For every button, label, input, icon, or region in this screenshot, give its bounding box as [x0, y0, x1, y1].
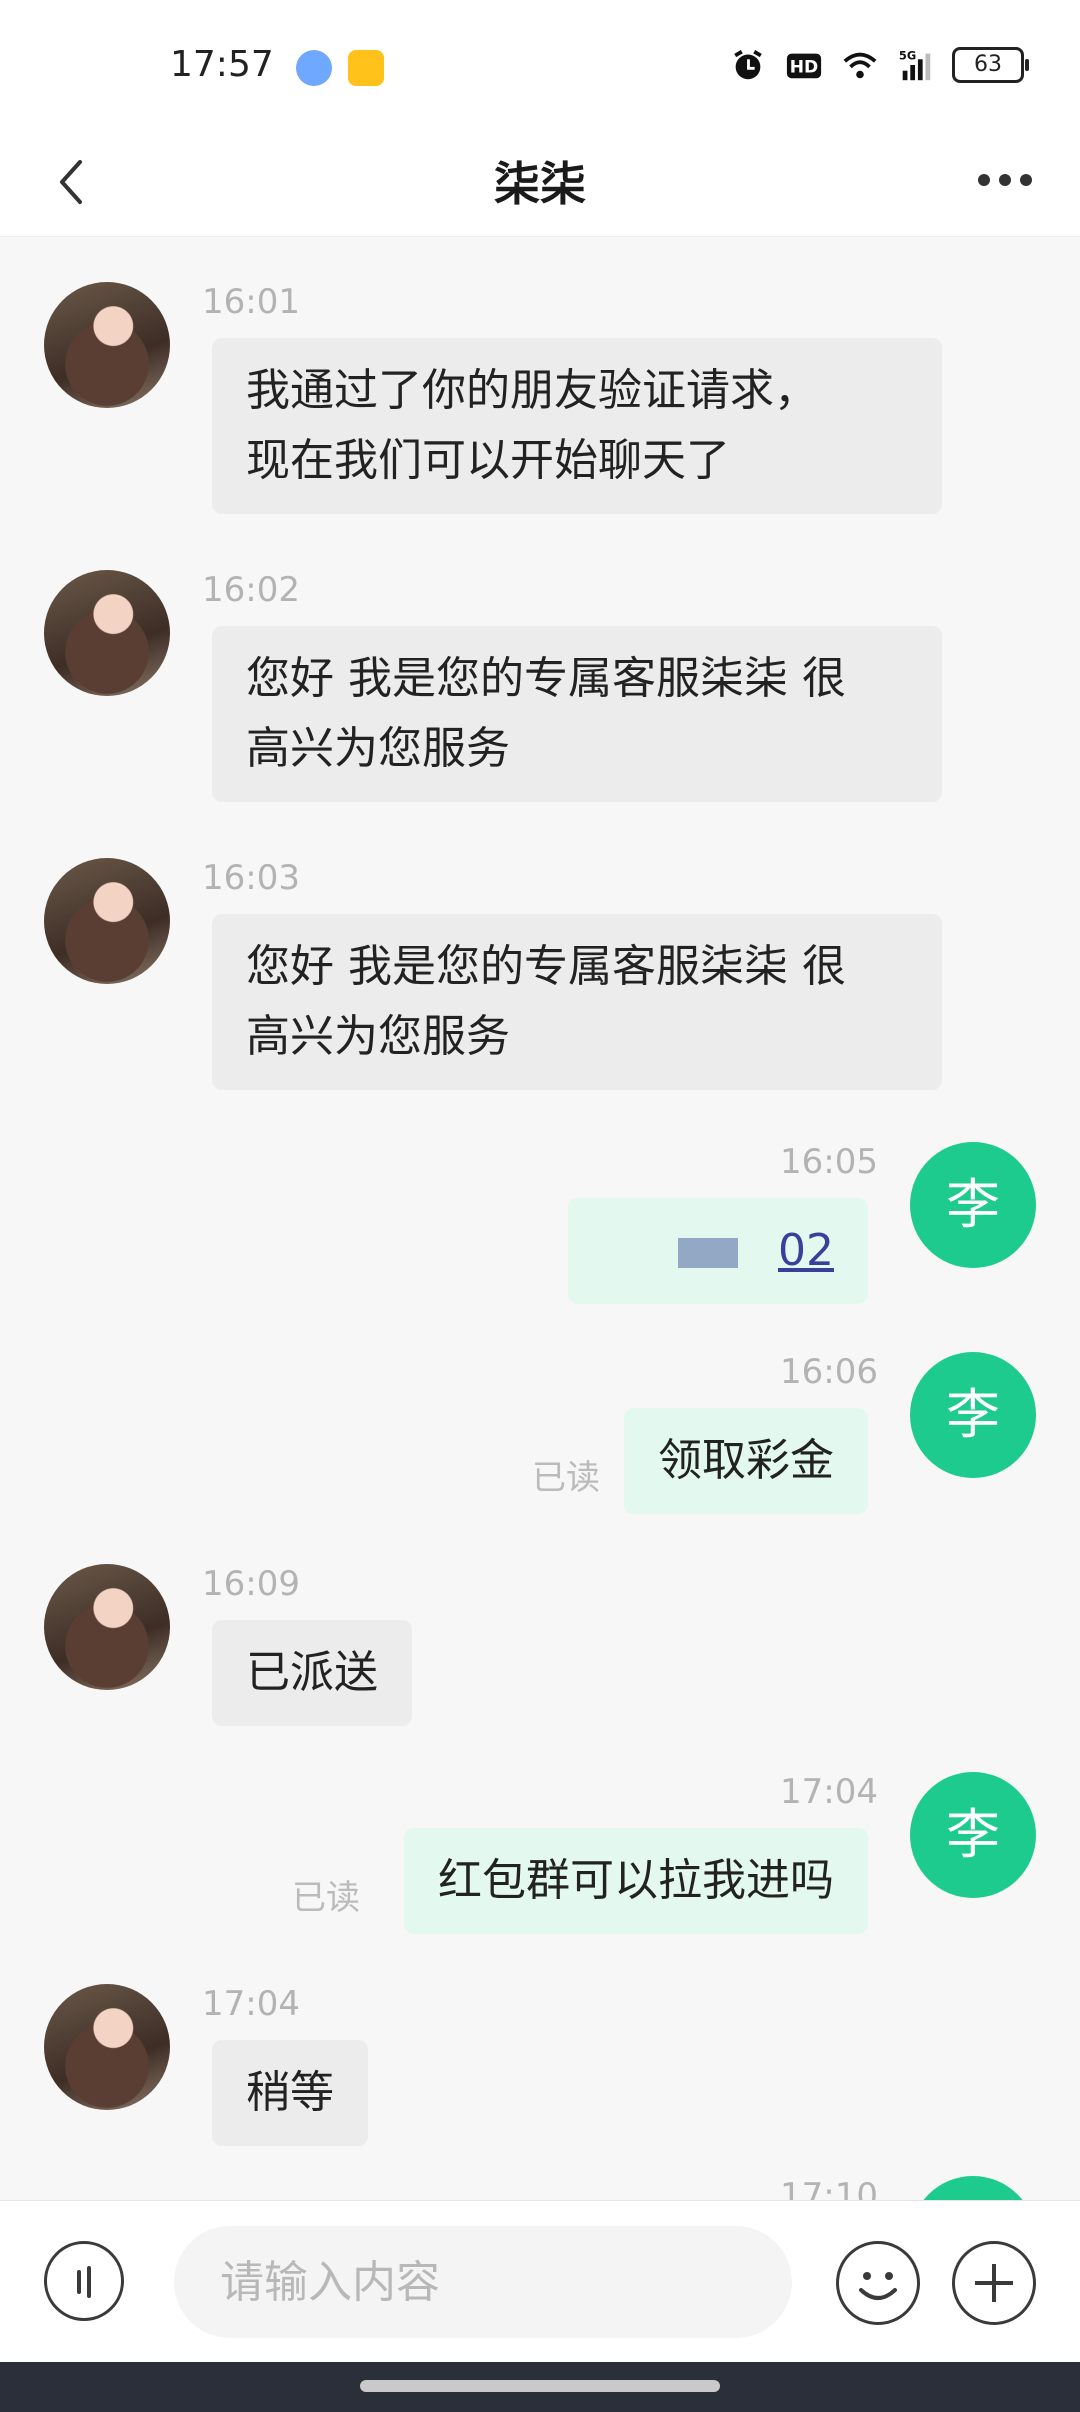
- wifi-icon: [843, 52, 877, 79]
- message-input[interactable]: [174, 2226, 792, 2338]
- message-time: 17:04: [780, 1772, 878, 1812]
- message-time: 17:10: [780, 2176, 878, 2200]
- signal-5g-icon: 5G: [899, 48, 931, 81]
- message-text-line: 高兴为您服务: [246, 1011, 510, 1062]
- redacted-block: [678, 1238, 738, 1268]
- contact-avatar[interactable]: [44, 858, 170, 984]
- message-text-line: 现在我们可以开始聊天了: [246, 435, 730, 486]
- emoji-icon: [859, 2272, 897, 2300]
- contact-avatar[interactable]: [44, 282, 170, 408]
- battery-indicator: 63: [952, 47, 1029, 83]
- message-time: 16:01: [202, 282, 300, 322]
- read-status: 已读: [292, 1878, 360, 1918]
- plus-button[interactable]: [952, 2241, 1036, 2325]
- message-text-line: 我通过了你的朋友验证请求，: [246, 365, 818, 416]
- contact-avatar[interactable]: [44, 1564, 170, 1690]
- user-avatar[interactable]: 李: [910, 2176, 1036, 2200]
- mail-app-icon: [348, 50, 384, 86]
- input-bar: [0, 2200, 1080, 2363]
- contact-avatar[interactable]: [44, 570, 170, 696]
- more-horizontal-icon[interactable]: [970, 150, 1040, 210]
- message-text-line: 高兴为您服务: [246, 723, 510, 774]
- svg-text:HD: HD: [790, 58, 819, 78]
- message-list[interactable]: 16:01 我通过了你的朋友验证请求， 现在我们可以开始聊天了 16:02 您好…: [0, 236, 1080, 2200]
- hd-icon: HD: [786, 53, 822, 79]
- message-bubble[interactable]: 02: [568, 1198, 868, 1304]
- plus-icon: [975, 2264, 1013, 2302]
- message-time: 16:06: [780, 1352, 878, 1392]
- panda-app-icon: [296, 50, 332, 86]
- voice-button[interactable]: [44, 2241, 124, 2321]
- contact-avatar[interactable]: [44, 1984, 170, 2110]
- emoji-button[interactable]: [836, 2241, 920, 2325]
- status-bar: 17:57 HD 5G 63: [0, 0, 1080, 130]
- home-indicator[interactable]: [360, 2380, 720, 2392]
- message-bubble[interactable]: 已派送: [212, 1620, 412, 1726]
- user-avatar[interactable]: 李: [910, 1142, 1036, 1268]
- message-bubble[interactable]: 您好 我是您的专属客服柒柒 很 高兴为您服务: [212, 914, 942, 1090]
- network-label: 5G: [899, 48, 916, 62]
- message-time: 17:04: [202, 1984, 300, 2024]
- home-gesture-area: [0, 2362, 1080, 2412]
- message-text-line: 您好 我是您的专属客服柒柒 很: [246, 653, 846, 704]
- read-status: 已读: [532, 1458, 600, 1498]
- message-time: 16:03: [202, 858, 300, 898]
- message-time: 16:09: [202, 1564, 300, 1604]
- alarm-icon: [734, 50, 762, 80]
- status-icons: HD 5G 63: [728, 46, 1029, 84]
- message-bubble[interactable]: 红包群可以拉我进吗: [404, 1828, 868, 1934]
- message-text-line: 您好 我是您的专属客服柒柒 很: [246, 941, 846, 992]
- message-bubble[interactable]: 稍等: [212, 2040, 368, 2146]
- message-bubble[interactable]: 领取彩金: [624, 1408, 868, 1514]
- status-time: 17:57: [170, 44, 274, 85]
- message-time: 16:05: [780, 1142, 878, 1182]
- message-bubble[interactable]: 我通过了你的朋友验证请求， 现在我们可以开始聊天了: [212, 338, 942, 514]
- message-bubble[interactable]: 您好 我是您的专属客服柒柒 很 高兴为您服务: [212, 626, 942, 802]
- page-title: 柒柒: [494, 157, 586, 211]
- message-link-text[interactable]: 02: [778, 1225, 834, 1276]
- voice-icon: [77, 2266, 91, 2298]
- message-time: 16:02: [202, 570, 300, 610]
- user-avatar[interactable]: 李: [910, 1772, 1036, 1898]
- chat-header: 柒柒: [0, 130, 1080, 237]
- user-avatar[interactable]: 李: [910, 1352, 1036, 1478]
